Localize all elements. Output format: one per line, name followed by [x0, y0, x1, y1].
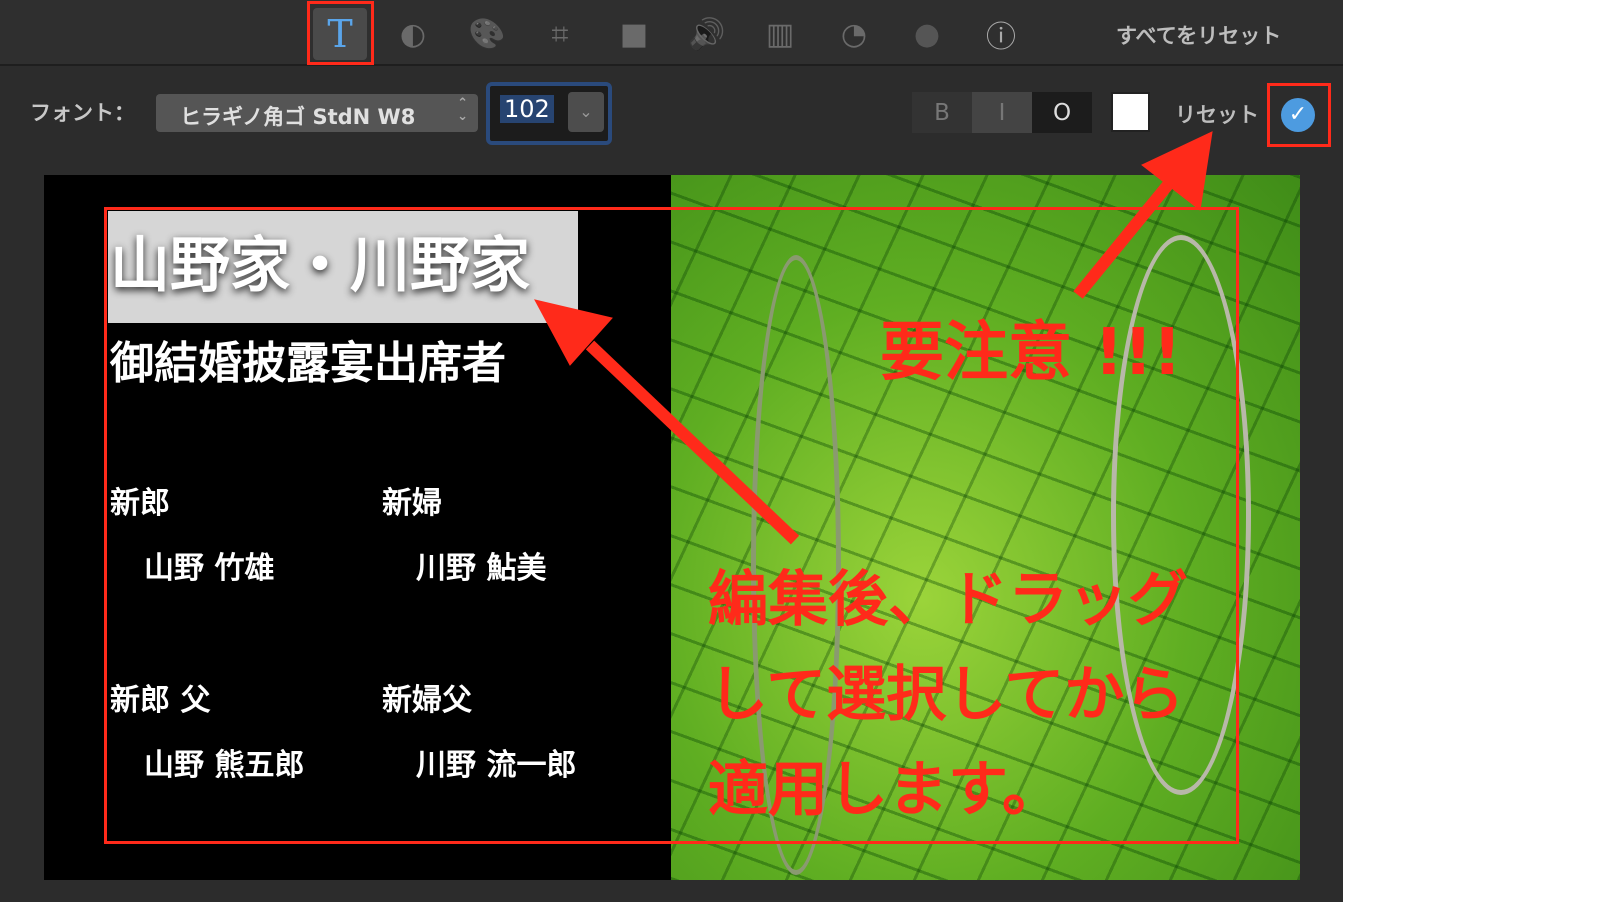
instruction-line: して選択してから	[708, 660, 1185, 730]
arrow-to-title	[585, 340, 800, 545]
instruction-annotation: 編集後、ドラッグ して選択してから 適用します。	[708, 553, 1188, 838]
instruction-line: 適用します。	[708, 755, 1062, 825]
instruction-line: 編集後、ドラッグ	[708, 565, 1188, 635]
warning-annotation: 要注意 !!!	[880, 316, 1182, 390]
arrow-to-apply	[1073, 166, 1185, 299]
